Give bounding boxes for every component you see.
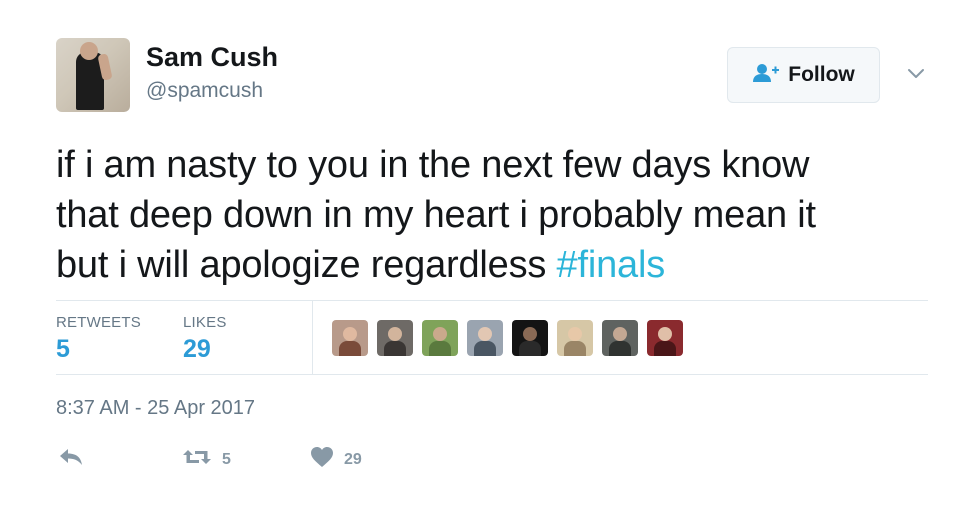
display-name[interactable]: Sam Cush: [146, 42, 278, 73]
likes-label: LIKES: [183, 314, 227, 331]
liker-avatar-body: [564, 341, 586, 356]
retweet-action-count: 5: [222, 450, 231, 468]
likes-stat[interactable]: LIKES 29: [183, 314, 227, 364]
liker-avatar-head: [613, 327, 627, 341]
tweet-line: if i am nasty to you in the next few day…: [56, 144, 810, 186]
chevron-down-icon[interactable]: [903, 60, 929, 86]
reply-icon: [58, 446, 84, 473]
liker-avatar[interactable]: [422, 320, 458, 356]
retweets-label: RETWEETS: [56, 314, 141, 331]
like-action-count: 29: [344, 450, 362, 468]
divider: [312, 300, 313, 375]
tweet-line-text: but i will apologize regardless: [56, 244, 557, 286]
liker-avatar-head: [433, 327, 447, 341]
liker-avatar-head: [388, 327, 402, 341]
retweet-button[interactable]: 5: [182, 446, 231, 473]
liker-avatar[interactable]: [467, 320, 503, 356]
tweet-line: that deep down in my heart i probably me…: [56, 194, 816, 236]
tweet-line-last: but i will apologize regardless #finals: [56, 240, 936, 290]
divider: [56, 300, 928, 301]
likers-avatars: [332, 320, 683, 356]
tweet-text: if i am nasty to you in the next few day…: [56, 140, 936, 290]
timestamp[interactable]: 8:37 AM - 25 Apr 2017: [56, 397, 255, 420]
liker-avatar-body: [384, 341, 406, 356]
like-button[interactable]: 29: [310, 446, 362, 473]
liker-avatar-body: [474, 341, 496, 356]
liker-avatar-body: [654, 341, 676, 356]
divider: [56, 374, 928, 375]
retweets-stat[interactable]: RETWEETS 5: [56, 314, 141, 364]
liker-avatar-body: [519, 341, 541, 356]
liker-avatar-body: [609, 341, 631, 356]
likes-count: 29: [183, 335, 211, 363]
liker-avatar[interactable]: [602, 320, 638, 356]
liker-avatar-head: [658, 327, 672, 341]
add-user-icon: [752, 63, 780, 88]
retweets-count: 5: [56, 335, 70, 363]
reply-button[interactable]: [58, 446, 84, 473]
liker-avatar-body: [339, 341, 361, 356]
heart-icon: [310, 446, 334, 473]
liker-avatar-head: [568, 327, 582, 341]
liker-avatar-head: [343, 327, 357, 341]
liker-avatar-head: [478, 327, 492, 341]
liker-avatar[interactable]: [377, 320, 413, 356]
follow-label: Follow: [788, 63, 855, 86]
retweet-icon: [182, 446, 212, 473]
follow-button[interactable]: Follow: [727, 47, 880, 103]
avatar[interactable]: [56, 38, 130, 112]
liker-avatar[interactable]: [332, 320, 368, 356]
avatar-figure-head: [80, 42, 98, 60]
liker-avatar[interactable]: [647, 320, 683, 356]
liker-avatar[interactable]: [557, 320, 593, 356]
liker-avatar[interactable]: [512, 320, 548, 356]
liker-avatar-body: [429, 341, 451, 356]
hashtag-link[interactable]: #finals: [557, 244, 666, 286]
liker-avatar-head: [523, 327, 537, 341]
user-handle[interactable]: @spamcush: [146, 79, 263, 103]
